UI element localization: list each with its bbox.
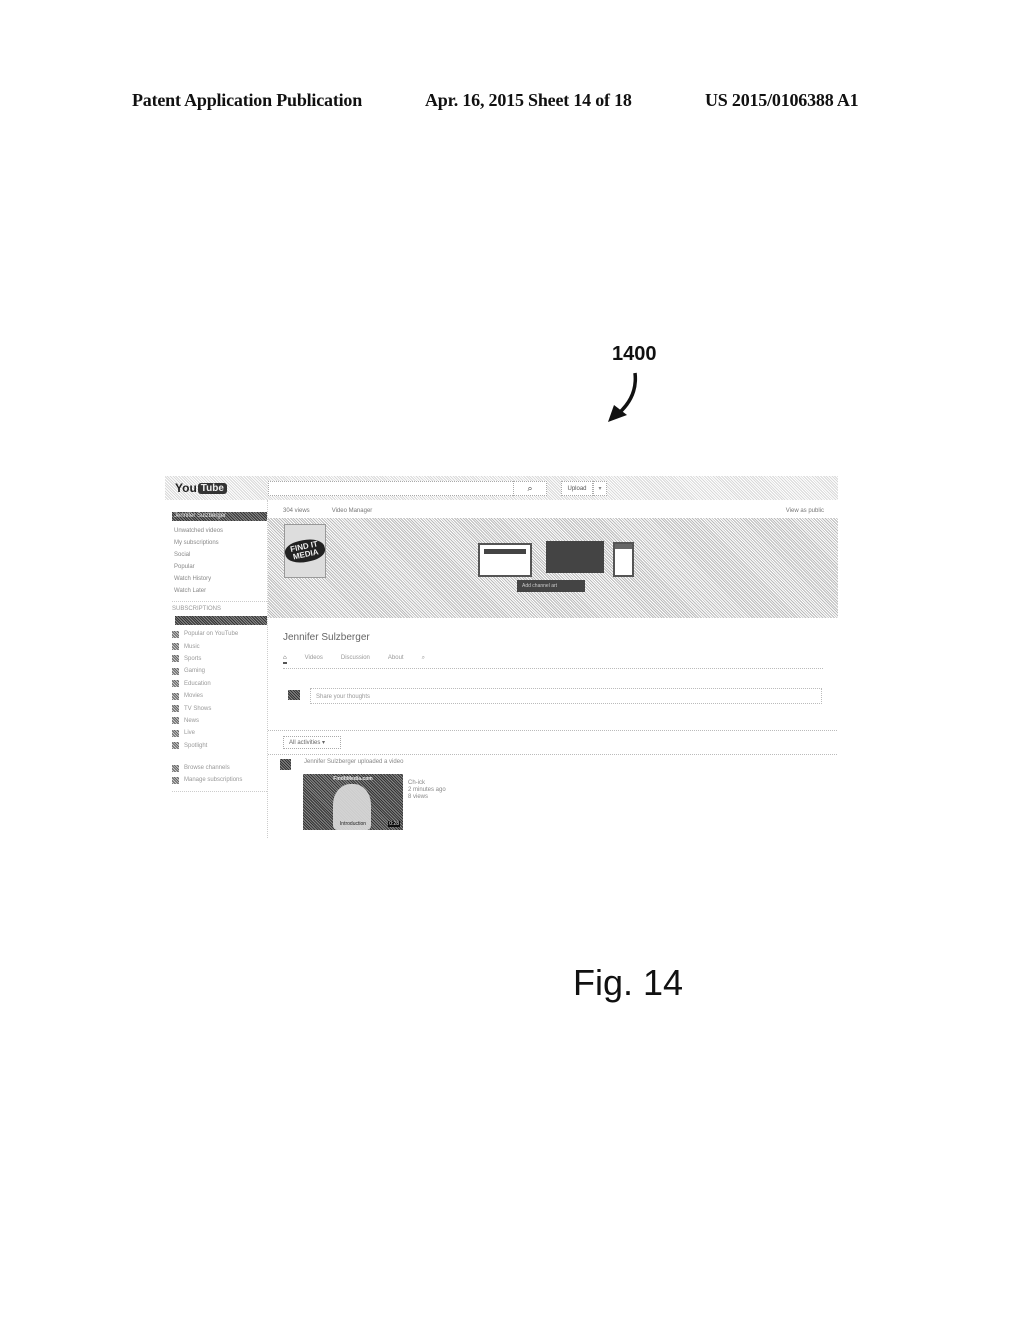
subscriptions-heading: SUBSCRIPTIONS — [172, 606, 222, 612]
add-channel-art-button[interactable]: Add channel art — [517, 580, 585, 592]
date-sheet: Apr. 16, 2015 Sheet 14 of 18 — [425, 90, 632, 110]
avatar-logo: FIND IT MEDIA — [283, 536, 327, 566]
video-manager-link[interactable]: Video Manager — [332, 508, 373, 514]
divider — [172, 601, 267, 602]
category-item[interactable]: Music — [172, 640, 267, 652]
thumbnail-title: FindItMedia.com — [333, 776, 373, 782]
share-thoughts-input[interactable]: Share your thoughts — [310, 688, 822, 704]
views-count: 304 views — [283, 508, 310, 514]
video-views: 8 views — [408, 794, 429, 800]
tablet-device-icon — [546, 541, 604, 573]
reference-arrow-icon — [608, 372, 638, 422]
sidebar-item[interactable]: Unwatched videos — [172, 525, 267, 537]
category-icon — [172, 643, 179, 651]
channel-name: Jennifer Sulzberger — [283, 632, 370, 643]
video-duration: 0:28 — [388, 821, 400, 827]
view-as-public-link[interactable]: View as public — [786, 508, 824, 514]
category-item[interactable]: Live — [172, 727, 267, 739]
sidebar-item[interactable]: Popular — [172, 561, 267, 573]
category-icon — [172, 729, 179, 737]
tab-about[interactable]: About — [388, 655, 404, 664]
sidebar-item-user[interactable]: Jennifer Sulzberger — [172, 512, 267, 521]
channel-avatar[interactable]: FIND IT MEDIA — [283, 524, 327, 578]
category-item[interactable]: TV Shows — [172, 702, 267, 714]
sidebar-item-selected-category[interactable] — [175, 616, 267, 625]
category-icon — [172, 717, 179, 725]
category-icon — [172, 692, 179, 700]
category-icon — [172, 742, 179, 750]
divider — [268, 730, 838, 731]
phone-device-icon — [613, 542, 634, 577]
search-icon[interactable]: ⌕ — [422, 655, 425, 664]
youtube-logo[interactable]: You Tube — [175, 481, 227, 495]
sidebar-item[interactable]: Social — [172, 549, 267, 561]
category-icon — [172, 667, 179, 675]
search-button[interactable]: ⌕ — [513, 481, 547, 496]
category-item[interactable]: Gaming — [172, 665, 267, 677]
sidebar-item[interactable]: My subscriptions — [172, 537, 267, 549]
category-item[interactable]: Popular on YouTube — [172, 628, 267, 640]
video-meta: Ch-ick 2 minutes ago 8 views — [408, 780, 446, 801]
channel-stats: 304 views Video Manager — [283, 508, 372, 514]
publication-label: Patent Application Publication — [132, 90, 363, 110]
sidebar-item[interactable]: Watch Later — [172, 585, 267, 597]
divider — [283, 668, 823, 669]
upload-dropdown[interactable]: ▾ — [593, 481, 607, 496]
channel-tabs: ⌂ Videos Discussion About ⌕ — [283, 655, 425, 664]
feed-item-text[interactable]: Jennifer Sulzberger uploaded a video — [304, 759, 403, 765]
feed-avatar — [280, 759, 291, 770]
video-title[interactable]: Ch-ick — [408, 780, 446, 787]
search-input[interactable] — [268, 481, 515, 496]
user-avatar — [288, 690, 300, 700]
sidebar-item[interactable]: Watch History — [172, 573, 267, 585]
browse-icon — [172, 764, 179, 772]
category-icon — [172, 680, 179, 688]
tab-home[interactable]: ⌂ — [283, 655, 287, 664]
sidebar: Jennifer Sulzberger Unwatched videos My … — [172, 512, 267, 794]
category-item[interactable]: Sports — [172, 653, 267, 665]
video-thumbnail[interactable]: FindItMedia.com Introduction 0:28 — [303, 774, 403, 830]
browse-channels-link[interactable]: Browse channels — [172, 762, 267, 774]
manage-subscriptions-link[interactable]: Manage subscriptions — [172, 774, 267, 786]
divider — [268, 754, 838, 755]
reference-numeral: 1400 — [612, 343, 657, 365]
category-item[interactable]: Spotlight — [172, 740, 267, 752]
desktop-device-icon — [478, 543, 532, 577]
figure-label: Fig. 14 — [573, 962, 684, 1003]
video-age: 2 minutes ago — [408, 787, 446, 793]
gear-icon — [172, 776, 179, 784]
activity-filter-dropdown[interactable]: All activities ▾ — [283, 736, 341, 749]
category-icon — [172, 630, 179, 638]
category-item[interactable]: Movies — [172, 690, 267, 702]
search-icon: ⌕ — [527, 483, 533, 493]
category-item[interactable]: Education — [172, 678, 267, 690]
channel-main: 304 views Video Manager View as public F… — [267, 500, 838, 838]
youtube-channel-screenshot: You Tube ⌕ Upload ▾ Jennifer Sulzberger … — [165, 476, 838, 838]
top-bar: You Tube ⌕ Upload ▾ — [165, 476, 838, 500]
patent-number: US 2015/0106388 A1 — [705, 90, 859, 110]
category-icon — [172, 705, 179, 713]
upload-button[interactable]: Upload — [561, 481, 593, 496]
tab-videos[interactable]: Videos — [305, 655, 323, 664]
divider — [172, 790, 267, 792]
category-item[interactable]: News — [172, 715, 267, 727]
tab-discussion[interactable]: Discussion — [341, 655, 370, 664]
category-icon — [172, 655, 179, 663]
